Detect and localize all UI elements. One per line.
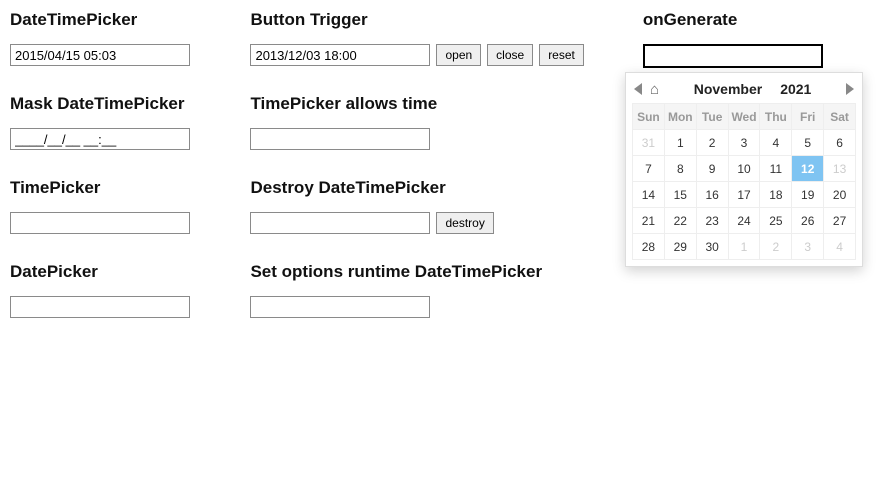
calendar-day-cell[interactable]: 1 <box>665 130 697 156</box>
close-button[interactable]: close <box>487 44 533 66</box>
calendar-day-cell[interactable]: 23 <box>697 208 729 234</box>
calendar-day-cell[interactable]: 2 <box>760 234 792 260</box>
calendar-day-cell[interactable]: 4 <box>824 234 856 260</box>
calendar-day-cell[interactable]: 27 <box>824 208 856 234</box>
section-ongenerate: onGenerate <box>643 10 878 68</box>
section-datepicker: DatePicker <box>10 262 230 318</box>
heading-runtime: Set options runtime DateTimePicker <box>250 262 622 282</box>
calendar-day-cell[interactable]: 9 <box>697 156 729 182</box>
calendar-day-cell[interactable]: 21 <box>633 208 665 234</box>
button-trigger-input[interactable] <box>250 44 430 66</box>
calendar-day-cell[interactable]: 2 <box>697 130 729 156</box>
calendar-dow-row: SunMonTueWedThuFriSat <box>633 104 856 130</box>
calendar-header: ⌂ November 2021 <box>632 79 856 103</box>
calendar-day-cell[interactable]: 15 <box>665 182 697 208</box>
calendar-week-row: 2829301234 <box>633 234 856 260</box>
calendar-day-cell[interactable]: 13 <box>824 156 856 182</box>
calendar-day-cell[interactable]: 10 <box>729 156 761 182</box>
section-destroy: Destroy DateTimePicker destroy <box>250 178 622 234</box>
calendar-dow-cell: Thu <box>760 104 792 130</box>
section-timepicker: TimePicker <box>10 178 230 234</box>
calendar-dow-cell: Tue <box>697 104 729 130</box>
datetimepicker-input[interactable] <box>10 44 190 66</box>
calendar-dow-cell: Fri <box>792 104 824 130</box>
mask-input[interactable] <box>10 128 190 150</box>
calendar-day-cell[interactable]: 28 <box>633 234 665 260</box>
heading-mask: Mask DateTimePicker <box>10 94 230 114</box>
calendar-day-cell[interactable]: 8 <box>665 156 697 182</box>
section-allows-time: TimePicker allows time <box>250 94 622 150</box>
destroy-row: destroy <box>250 212 622 234</box>
allows-time-input[interactable] <box>250 128 430 150</box>
next-month-icon[interactable] <box>846 83 854 95</box>
heading-button-trigger: Button Trigger <box>250 10 622 30</box>
calendar-day-cell[interactable]: 12 <box>792 156 824 182</box>
calendar-day-cell[interactable]: 29 <box>665 234 697 260</box>
section-mask: Mask DateTimePicker <box>10 94 230 150</box>
calendar-title: November 2021 <box>694 81 812 97</box>
heading-datetimepicker: DateTimePicker <box>10 10 230 30</box>
button-trigger-row: open close reset <box>250 44 622 66</box>
heading-ongenerate: onGenerate <box>643 10 878 30</box>
heading-destroy: Destroy DateTimePicker <box>250 178 622 198</box>
calendar-year[interactable]: 2021 <box>780 81 811 97</box>
calendar-month[interactable]: November <box>694 81 762 97</box>
calendar-day-cell[interactable]: 4 <box>760 130 792 156</box>
destroy-button[interactable]: destroy <box>436 212 493 234</box>
calendar-day-cell[interactable]: 5 <box>792 130 824 156</box>
column-2: Button Trigger open close reset TimePick… <box>250 10 622 346</box>
prev-month-icon[interactable] <box>634 83 642 95</box>
datepicker-input[interactable] <box>10 296 190 318</box>
calendar-day-cell[interactable]: 16 <box>697 182 729 208</box>
calendar-day-cell[interactable]: 20 <box>824 182 856 208</box>
heading-allows-time: TimePicker allows time <box>250 94 622 114</box>
calendar-day-cell[interactable]: 7 <box>633 156 665 182</box>
calendar-day-cell[interactable]: 26 <box>792 208 824 234</box>
calendar-day-cell[interactable]: 14 <box>633 182 665 208</box>
section-datetimepicker: DateTimePicker <box>10 10 230 66</box>
calendar-dow-cell: Sun <box>633 104 665 130</box>
calendar-dow-cell: Wed <box>729 104 761 130</box>
calendar-week-row: 31123456 <box>633 130 856 156</box>
calendar-day-cell[interactable]: 19 <box>792 182 824 208</box>
section-button-trigger: Button Trigger open close reset <box>250 10 622 66</box>
calendar-day-cell[interactable]: 31 <box>633 130 665 156</box>
calendar-day-cell[interactable]: 24 <box>729 208 761 234</box>
calendar-day-cell[interactable]: 30 <box>697 234 729 260</box>
calendar-week-row: 78910111213 <box>633 156 856 182</box>
home-icon[interactable]: ⌂ <box>650 82 659 97</box>
section-runtime: Set options runtime DateTimePicker <box>250 262 622 318</box>
calendar-week-row: 21222324252627 <box>633 208 856 234</box>
ongenerate-input[interactable] <box>643 44 823 68</box>
timepicker-input[interactable] <box>10 212 190 234</box>
calendar-nav-left: ⌂ <box>634 82 659 97</box>
destroy-input[interactable] <box>250 212 430 234</box>
calendar-grid: SunMonTueWedThuFriSat 311234567891011121… <box>632 103 856 260</box>
reset-button[interactable]: reset <box>539 44 584 66</box>
calendar-day-cell[interactable]: 25 <box>760 208 792 234</box>
calendar-dow-cell: Sat <box>824 104 856 130</box>
calendar-day-cell[interactable]: 6 <box>824 130 856 156</box>
calendar-day-cell[interactable]: 3 <box>729 130 761 156</box>
calendar-week-row: 14151617181920 <box>633 182 856 208</box>
calendar-day-cell[interactable]: 22 <box>665 208 697 234</box>
runtime-input[interactable] <box>250 296 430 318</box>
calendar-day-cell[interactable]: 11 <box>760 156 792 182</box>
calendar-day-cell[interactable]: 18 <box>760 182 792 208</box>
open-button[interactable]: open <box>436 44 481 66</box>
calendar-day-cell[interactable]: 1 <box>729 234 761 260</box>
heading-timepicker: TimePicker <box>10 178 230 198</box>
calendar-day-cell[interactable]: 17 <box>729 182 761 208</box>
calendar-popup: ⌂ November 2021 SunMonTueWedThuFriSat 31… <box>625 72 863 267</box>
column-1: DateTimePicker Mask DateTimePicker TimeP… <box>10 10 230 346</box>
heading-datepicker: DatePicker <box>10 262 230 282</box>
calendar-day-cell[interactable]: 3 <box>792 234 824 260</box>
calendar-dow-cell: Mon <box>665 104 697 130</box>
